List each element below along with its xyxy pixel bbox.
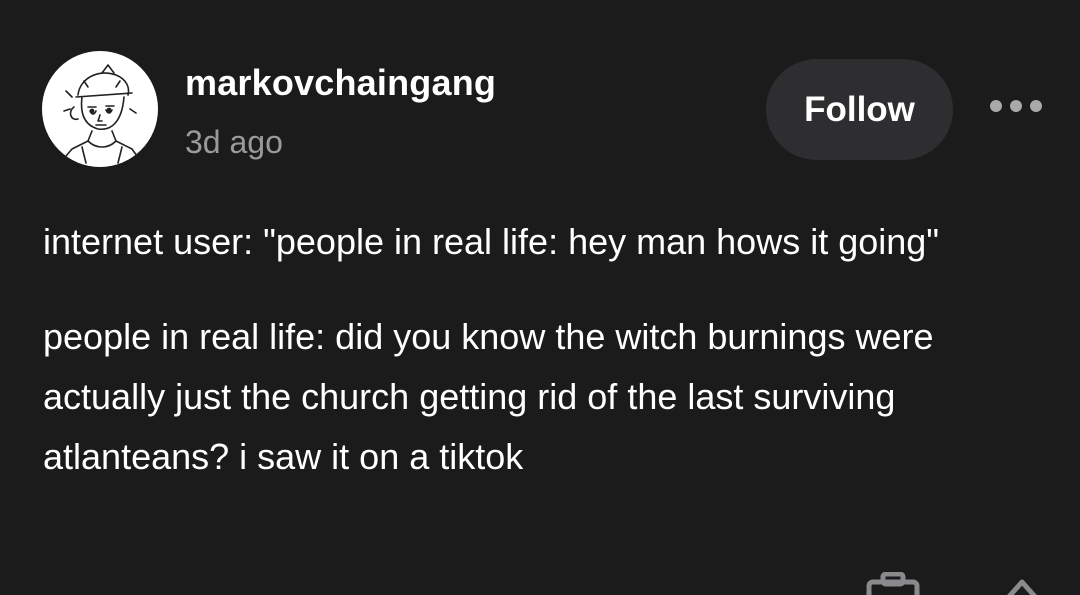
post-paragraph: internet user: "people in real life: hey… bbox=[43, 221, 940, 262]
follow-button[interactable]: Follow bbox=[766, 59, 953, 160]
avatar[interactable] bbox=[42, 51, 158, 167]
post-body: internet user: "people in real life: hey… bbox=[43, 212, 1043, 522]
sketch-avatar-icon bbox=[59, 64, 143, 164]
briefcase-icon[interactable] bbox=[866, 572, 920, 595]
post-paragraph: people in real life: did you know the wi… bbox=[43, 316, 944, 477]
username[interactable]: markovchaingang bbox=[185, 62, 496, 104]
post-timestamp: 3d ago bbox=[185, 124, 283, 160]
home-icon[interactable] bbox=[1000, 572, 1044, 595]
more-options-icon[interactable] bbox=[990, 94, 1042, 118]
dot bbox=[990, 100, 1002, 112]
dot bbox=[1030, 100, 1042, 112]
dot bbox=[1010, 100, 1022, 112]
